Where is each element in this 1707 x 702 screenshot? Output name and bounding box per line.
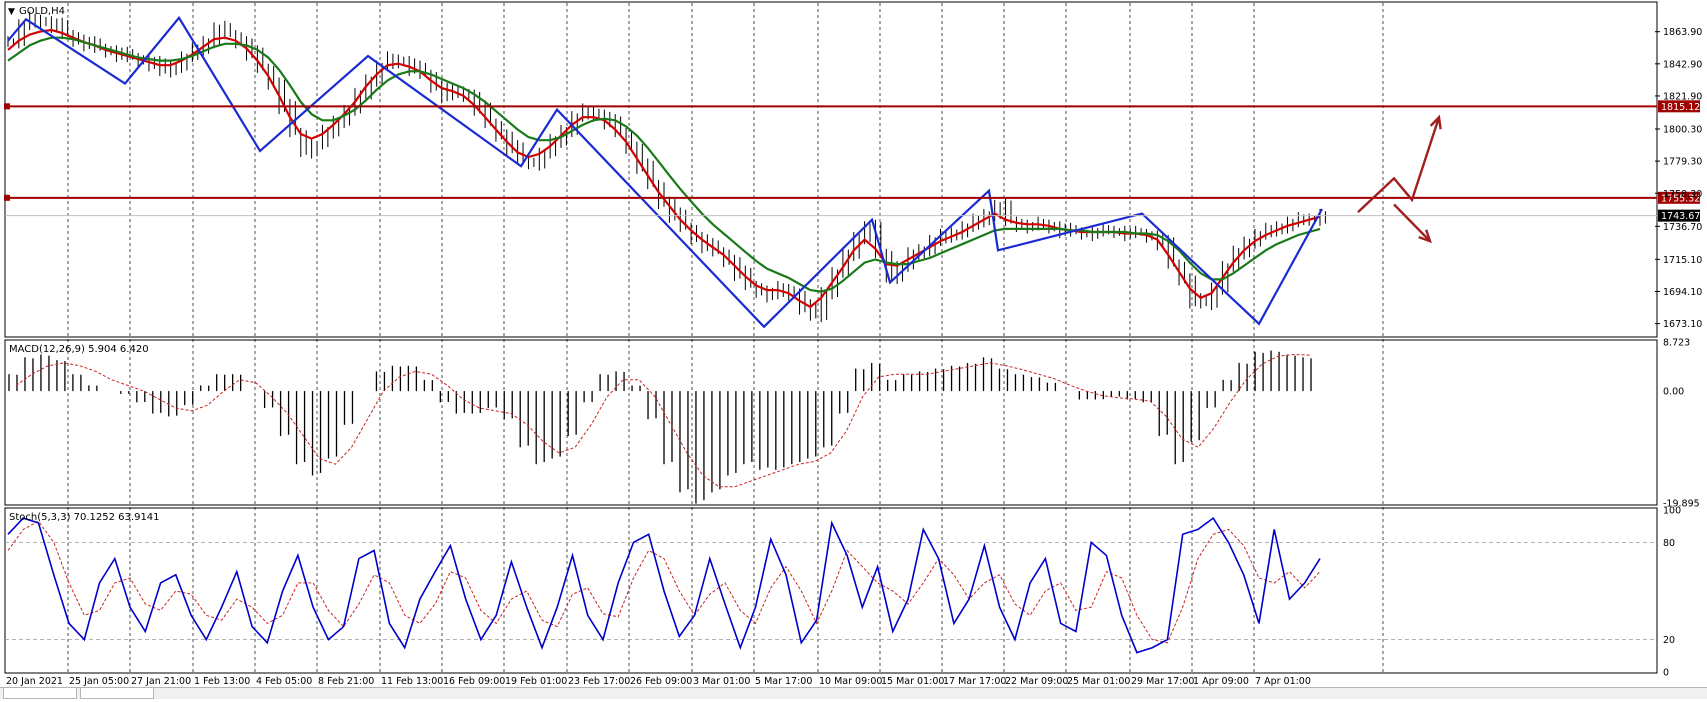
price-tick-label: 1863.90 bbox=[1663, 27, 1702, 38]
x-tick-label: 23 Feb 17:00 bbox=[568, 676, 630, 687]
level-anchor[interactable] bbox=[4, 194, 10, 201]
price-tick-label: 1673.10 bbox=[1663, 319, 1702, 330]
price-tick-label: 1842.90 bbox=[1663, 59, 1702, 70]
x-tick-label: 27 Jan 21:00 bbox=[131, 676, 191, 687]
price-panel[interactable] bbox=[4, 1, 1658, 338]
x-tick-label: 10 Mar 09:00 bbox=[819, 676, 882, 687]
macd-panel[interactable] bbox=[4, 339, 1658, 506]
x-tick-label: 29 Mar 17:00 bbox=[1131, 676, 1194, 687]
price-tick-label: 1800.30 bbox=[1663, 124, 1702, 135]
price-panel-title: GOLD,H4 bbox=[19, 6, 65, 17]
x-tick-label: 4 Feb 05:00 bbox=[256, 676, 312, 687]
macd-tick-label: 0.00 bbox=[1663, 387, 1684, 398]
macd-tick-label: 8.723 bbox=[1663, 338, 1690, 349]
chart-tab[interactable] bbox=[3, 688, 77, 699]
stoch-tick-label: 20 bbox=[1663, 635, 1675, 646]
stoch-tick-label: 0 bbox=[1663, 668, 1669, 679]
window-title-arrow[interactable]: ▼ bbox=[8, 7, 15, 17]
stoch-panel-title: Stoch(5,3,3) 70.1252 63.9141 bbox=[9, 512, 160, 523]
macd-panel-title: MACD(12,26,9) 5.904 6.420 bbox=[9, 344, 149, 355]
x-tick-label: 20 Jan 2021 bbox=[6, 676, 63, 687]
x-tick-label: 19 Feb 01:00 bbox=[505, 676, 567, 687]
chart-canvas[interactable]: 1815.121755.321743.67 20 Jan 2021 25 Jan … bbox=[0, 0, 1707, 698]
stoch-tick-label: 80 bbox=[1663, 538, 1675, 549]
x-tick-label: 15 Mar 01:00 bbox=[881, 676, 944, 687]
price-tick-label: 1779.30 bbox=[1663, 157, 1702, 168]
price-tick-label: 1821.90 bbox=[1663, 91, 1702, 102]
price-tick-label: 1736.70 bbox=[1663, 222, 1702, 233]
chart-tab-strip bbox=[0, 687, 1707, 699]
level-anchor[interactable] bbox=[4, 103, 10, 110]
x-tick-label: 25 Jan 05:00 bbox=[69, 676, 129, 687]
x-tick-label: 11 Feb 13:00 bbox=[381, 676, 443, 687]
trading-chart[interactable]: 1815.12 1755.32 1743.67 20 Jan 2021 25 Jan … bbox=[0, 0, 1707, 699]
x-tick-label: 26 Feb 09:00 bbox=[630, 676, 692, 687]
x-tick-label: 16 Feb 09:00 bbox=[443, 676, 505, 687]
stoch-tick-label: 100 bbox=[1663, 506, 1681, 517]
current-price-label: 1743.67 bbox=[1661, 211, 1700, 222]
x-tick-label: 25 Mar 01:00 bbox=[1067, 676, 1130, 687]
x-tick-label: 8 Feb 21:00 bbox=[318, 676, 374, 687]
chart-tab[interactable] bbox=[80, 688, 154, 699]
x-tick-label: 17 Mar 17:00 bbox=[943, 676, 1006, 687]
price-tick-label: 1715.10 bbox=[1663, 255, 1702, 266]
price-tick-label: 1694.10 bbox=[1663, 287, 1702, 298]
x-tick-label: 1 Apr 09:00 bbox=[1193, 676, 1249, 687]
x-tick-label: 22 Mar 09:00 bbox=[1005, 676, 1068, 687]
x-tick-label: 3 Mar 01:00 bbox=[693, 676, 750, 687]
price-tick-label: 1758.30 bbox=[1663, 189, 1702, 200]
x-tick-label: 7 Apr 01:00 bbox=[1255, 676, 1311, 687]
level-price-label: 1815.12 bbox=[1661, 102, 1700, 113]
x-tick-label: 1 Feb 13:00 bbox=[194, 676, 250, 687]
x-tick-label: 5 Mar 17:00 bbox=[755, 676, 812, 687]
